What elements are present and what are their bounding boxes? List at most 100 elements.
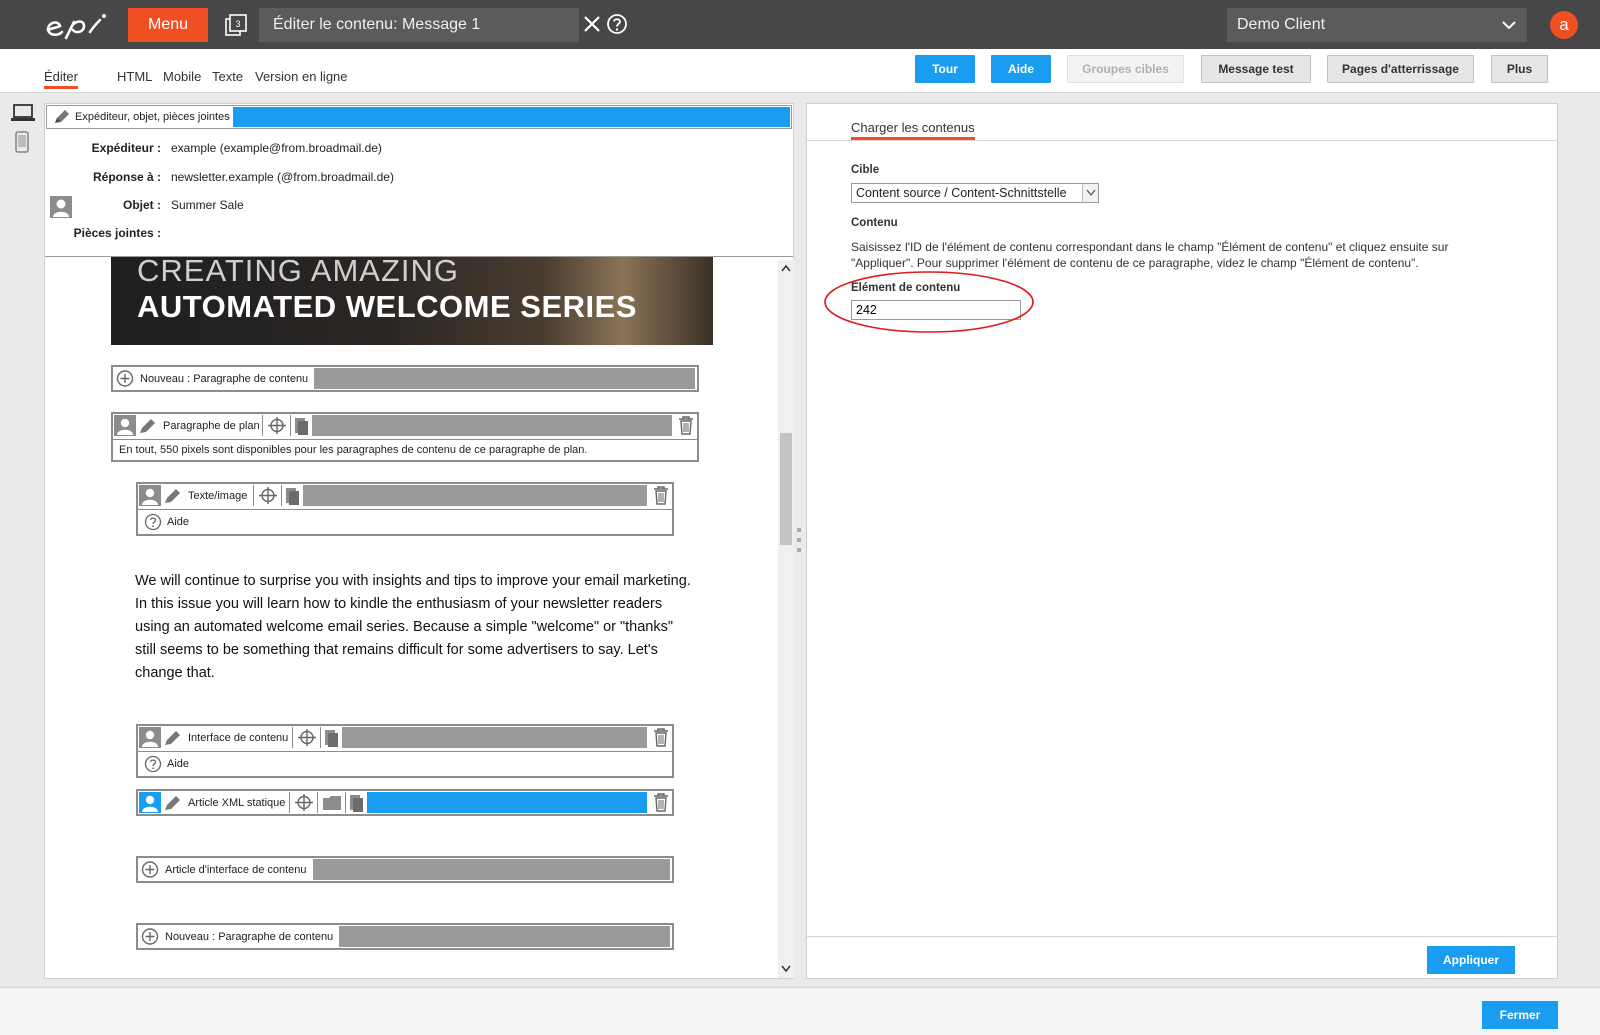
close-icon[interactable] — [581, 13, 603, 35]
static-xml-article-block[interactable]: Article XML statique — [136, 789, 674, 816]
layout-paragraph-label: Paragraphe de plan — [163, 419, 260, 432]
content-description: Saisissez l'ID de l'élément de contenu c… — [851, 240, 1449, 270]
add-circle-icon[interactable] — [114, 368, 136, 389]
top-bar: Menu 3 Éditer le contenu: Message 1 Demo… — [0, 0, 1600, 49]
editor-toolbar: Éditer HTML Mobile Texte Version en lign… — [0, 49, 1600, 93]
crosshair-icon[interactable] — [293, 792, 315, 813]
trash-icon[interactable] — [650, 727, 672, 748]
apply-button[interactable]: Appliquer — [1427, 946, 1515, 974]
pencil-icon[interactable] — [162, 792, 184, 813]
person-icon[interactable] — [139, 792, 161, 813]
message-editor-panel: Expéditeur, objet, pièces jointes Expédi… — [44, 103, 794, 979]
person-icon[interactable] — [139, 485, 161, 506]
new-paragraph-block[interactable]: Nouveau : Paragraphe de contenu — [136, 923, 674, 950]
panel-resize-handle[interactable] — [796, 526, 802, 556]
close-button[interactable]: Fermer — [1482, 1001, 1558, 1029]
landing-pages-button[interactable]: Pages d'atterrissage — [1327, 55, 1474, 83]
help-icon[interactable] — [144, 755, 162, 773]
preview-scrollbar[interactable] — [778, 260, 794, 978]
static-xml-article-label: Article XML statique — [188, 796, 286, 809]
envelope-header-label: Expéditeur, objet, pièces jointes — [75, 111, 230, 123]
subject-value: Summer Sale — [171, 198, 244, 212]
reply-to-value: newsletter.example (@from.broadmail.de) — [171, 170, 394, 184]
client-select[interactable]: Demo Client — [1227, 8, 1527, 42]
person-icon[interactable] — [50, 196, 72, 218]
target-select-value: Content source / Content-Schnittstelle — [856, 186, 1067, 200]
message-title: Éditer le contenu: Message 1 — [259, 8, 579, 42]
more-button[interactable]: Plus — [1491, 55, 1548, 83]
tab-edit[interactable]: Éditer — [44, 69, 78, 89]
copy-icon[interactable] — [294, 415, 310, 436]
open-tabs-icon[interactable]: 3 — [224, 13, 248, 37]
help-row[interactable]: Aide — [144, 755, 189, 773]
sender-label: Expéditeur : — [91, 141, 161, 155]
add-circle-icon[interactable] — [139, 926, 161, 947]
test-message-button[interactable]: Message test — [1201, 55, 1311, 83]
copy-icon[interactable] — [324, 727, 340, 748]
block-bar — [312, 859, 670, 880]
banner-line-2: AUTOMATED WELCOME SERIES — [137, 289, 637, 324]
copy-icon[interactable] — [349, 792, 365, 813]
help-button[interactable]: Aide — [991, 55, 1051, 83]
crosshair-icon[interactable] — [257, 485, 279, 506]
block-bar — [311, 415, 672, 436]
tab-load-content[interactable]: Charger les contenus — [851, 120, 975, 140]
block-bar — [303, 485, 647, 506]
block-bar-selected — [367, 792, 647, 813]
target-select[interactable]: Content source / Content-Schnittstelle — [851, 183, 1099, 203]
subject-label: Objet : — [123, 198, 161, 212]
tab-mobile[interactable]: Mobile — [163, 69, 201, 84]
target-label: Cible — [851, 164, 880, 176]
trash-icon[interactable] — [650, 485, 672, 506]
content-interface-article-block[interactable]: Article d'interface de contenu — [136, 856, 674, 883]
folder-icon[interactable] — [321, 792, 343, 813]
tab-online-version[interactable]: Version en ligne — [255, 69, 348, 84]
message-preview[interactable]: CREATING AMAZING AUTOMATED WELCOME SERIE… — [45, 257, 793, 978]
block-bar — [342, 727, 647, 748]
content-interface-block[interactable]: Interface de contenu Aide — [136, 724, 674, 778]
block-bar — [339, 926, 670, 947]
block-bar — [314, 368, 695, 389]
reply-to-label: Réponse à : — [92, 170, 161, 184]
pencil-icon[interactable] — [162, 727, 184, 748]
scrollbar-thumb[interactable] — [780, 433, 792, 545]
trash-icon[interactable] — [675, 415, 697, 436]
attachments-label: Pièces jointes : — [73, 226, 161, 240]
pencil-icon[interactable] — [137, 415, 159, 436]
envelope-header[interactable]: Expéditeur, objet, pièces jointes — [46, 105, 792, 129]
add-circle-icon[interactable] — [139, 859, 161, 880]
header-banner-image: CREATING AMAZING AUTOMATED WELCOME SERIE… — [111, 257, 713, 345]
scroll-up-icon[interactable] — [781, 264, 791, 272]
content-interface-label: Interface de contenu — [188, 731, 289, 744]
user-avatar[interactable]: a — [1550, 11, 1578, 39]
copy-icon[interactable] — [285, 485, 301, 506]
menu-button[interactable]: Menu — [128, 8, 208, 42]
tab-text[interactable]: Texte — [212, 69, 243, 84]
envelope-header-bar — [233, 107, 790, 127]
crosshair-icon[interactable] — [266, 415, 288, 436]
pencil-icon[interactable] — [162, 485, 184, 506]
trash-icon[interactable] — [650, 792, 672, 813]
target-groups-button[interactable]: Groupes cibles — [1067, 55, 1184, 83]
mobile-view-icon[interactable] — [15, 131, 29, 153]
tab-html[interactable]: HTML — [117, 69, 152, 84]
help-icon[interactable] — [144, 513, 162, 531]
open-tabs-count: 3 — [235, 19, 240, 29]
pencil-icon[interactable] — [53, 109, 71, 125]
scroll-down-icon[interactable] — [781, 965, 791, 973]
layout-paragraph-block[interactable]: Paragraphe de plan En tout, 550 pixels s… — [111, 412, 699, 462]
desktop-view-icon[interactable] — [11, 104, 35, 122]
person-icon[interactable] — [139, 727, 161, 748]
new-paragraph-label: Nouveau : Paragraphe de contenu — [140, 372, 309, 385]
help-label: Aide — [167, 758, 190, 770]
person-icon[interactable] — [114, 415, 136, 436]
help-row[interactable]: Aide — [144, 513, 189, 531]
message-body-text: We will continue to surprise you with in… — [135, 573, 691, 681]
epi-logo — [46, 14, 106, 40]
crosshair-icon[interactable] — [296, 727, 318, 748]
text-image-block[interactable]: Texte/image Aide — [136, 482, 674, 536]
new-paragraph-block[interactable]: Nouveau : Paragraphe de contenu — [111, 365, 699, 392]
sender-value: example (example@from.broadmail.de) — [171, 141, 382, 155]
help-icon[interactable] — [606, 13, 628, 35]
tour-button[interactable]: Tour — [915, 55, 975, 83]
